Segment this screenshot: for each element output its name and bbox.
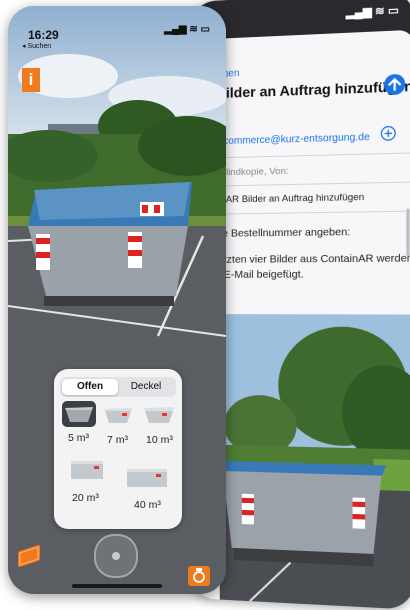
status-icons: ▂▄▆ ≋ ▭	[164, 24, 210, 35]
info-icon: i	[28, 70, 34, 89]
plus-circle-icon	[380, 125, 397, 142]
mail-cc-label[interactable]: Blindkopie, Von:	[220, 162, 410, 179]
mail-status-icons: ▂▄▆ ≋ ▭	[345, 4, 399, 20]
container-thumbnail-icon	[127, 469, 167, 487]
mail-body-line-2[interactable]: tzten vier Bilder aus ContainAR werden	[224, 252, 410, 266]
size-option-40[interactable]	[124, 465, 170, 491]
home-indicator	[72, 584, 162, 588]
container-picker: Offen Deckel 5 m³ 7 m³ 10 m³ 20 m³ 40 m³	[54, 369, 182, 529]
container-thumbnail-icon	[65, 407, 93, 422]
size-option-5[interactable]	[62, 401, 96, 427]
arrow-up-icon	[384, 74, 405, 95]
send-button[interactable]	[384, 73, 406, 96]
size-label-20: 20 m³	[72, 492, 99, 504]
scrollbar[interactable]	[406, 208, 410, 257]
segmented-control: Offen Deckel	[60, 377, 176, 397]
photo-scene	[219, 314, 410, 610]
size-option-10[interactable]	[142, 403, 176, 427]
info-button[interactable]: i	[22, 68, 40, 92]
size-label-40: 40 m³	[134, 499, 161, 511]
mail-body-line-3[interactable]: E-Mail beigefügt.	[224, 268, 410, 281]
camera-icon	[193, 568, 205, 583]
place-container-button[interactable]	[94, 534, 138, 578]
mail-body-line-1[interactable]: ie Bestellnummer angeben:	[220, 225, 410, 240]
size-option-7[interactable]	[102, 403, 134, 427]
mail-subject-line[interactable]: AR Bilder an Auftrag hinzufügen	[226, 190, 410, 206]
size-label-5: 5 m³	[68, 432, 89, 444]
camera-button[interactable]	[188, 566, 210, 586]
container-thumbnail-icon	[71, 461, 103, 479]
ar-phone: 16:29 ◂ Suchen ▂▄▆ ≋ ▭ i Offen Deckel 5 …	[8, 6, 226, 594]
placement-reticle-icon	[112, 552, 120, 560]
attached-photo	[219, 314, 410, 610]
add-recipient-button[interactable]	[380, 125, 397, 142]
size-label-7: 7 m³	[107, 434, 128, 446]
size-label-10: 10 m³	[146, 434, 173, 446]
segment-open[interactable]: Offen	[62, 381, 118, 392]
clock: 16:29	[28, 28, 59, 42]
mail-subject-heading: Bilder an Auftrag hinzufügen	[215, 77, 410, 102]
segment-lid[interactable]: Deckel	[118, 381, 174, 392]
back-to-search[interactable]: ◂ Suchen	[22, 42, 51, 50]
container-thumbnail-icon	[104, 408, 132, 423]
container-thumbnail-icon	[144, 407, 174, 423]
size-option-20[interactable]	[68, 457, 106, 485]
